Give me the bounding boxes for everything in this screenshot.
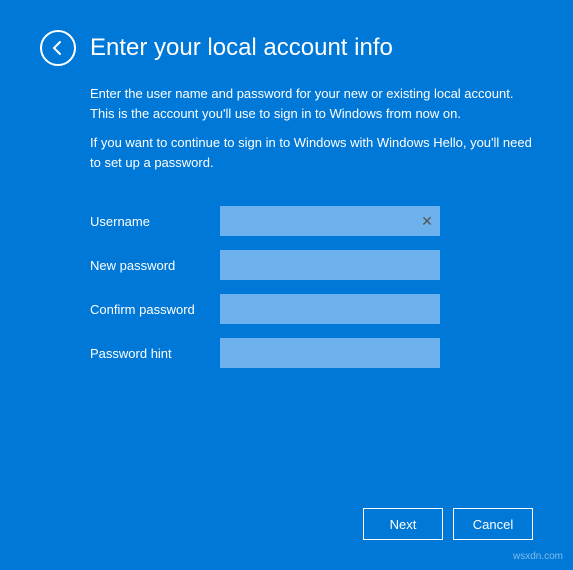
next-button[interactable]: Next <box>363 508 443 540</box>
watermark: wsxdn.com <box>513 551 563 562</box>
password-hint-row: Password hint <box>90 338 533 368</box>
page-title: Enter your local account info <box>90 34 393 62</box>
back-button[interactable] <box>40 30 76 66</box>
password-hint-label: Password hint <box>90 346 220 361</box>
back-arrow-icon <box>50 40 66 56</box>
username-input-wrapper: ✕ <box>220 206 440 236</box>
cancel-button[interactable]: Cancel <box>453 508 533 540</box>
main-container: Enter your local account info Enter the … <box>0 0 573 570</box>
username-label: Username <box>90 214 220 229</box>
description-para2: If you want to continue to sign in to Wi… <box>90 133 533 172</box>
confirm-password-input[interactable] <box>220 294 440 324</box>
password-hint-input[interactable] <box>220 338 440 368</box>
password-hint-input-wrapper <box>220 338 440 368</box>
username-clear-button[interactable]: ✕ <box>419 213 435 229</box>
confirm-password-input-wrapper <box>220 294 440 324</box>
new-password-row: New password <box>90 250 533 280</box>
description-area: Enter the user name and password for you… <box>40 84 533 182</box>
new-password-input-wrapper <box>220 250 440 280</box>
description-para1: Enter the user name and password for you… <box>90 84 533 123</box>
new-password-label: New password <box>90 258 220 273</box>
username-input[interactable] <box>220 206 440 236</box>
header: Enter your local account info <box>40 30 533 66</box>
form-area: Username ✕ New password Confirm password… <box>40 206 533 382</box>
footer-buttons: Next Cancel <box>363 508 533 540</box>
username-row: Username ✕ <box>90 206 533 236</box>
new-password-input[interactable] <box>220 250 440 280</box>
confirm-password-row: Confirm password <box>90 294 533 324</box>
confirm-password-label: Confirm password <box>90 302 220 317</box>
